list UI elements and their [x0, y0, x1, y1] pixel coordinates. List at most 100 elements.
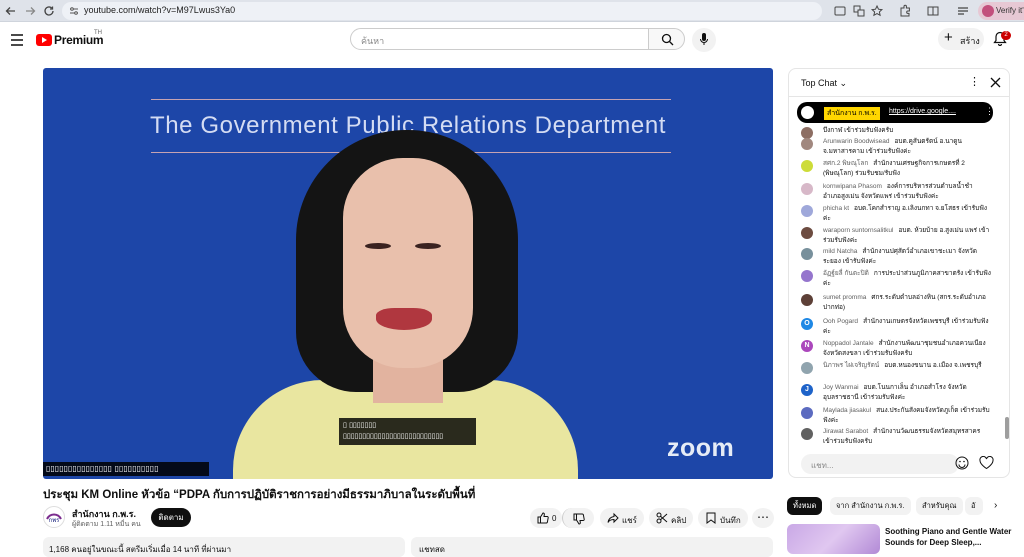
chat-avatar: [801, 362, 813, 374]
chat-avatar: O: [801, 318, 813, 330]
chat-avatar: [801, 227, 813, 239]
chat-message: Maylada jiasakul สนง.ประกันสังคมจังหวัดภู…: [801, 406, 991, 426]
microphone-icon: [700, 33, 708, 46]
chat-author: mild Natcha: [823, 248, 858, 255]
heart-icon[interactable]: [979, 456, 994, 470]
banner-top-line: [151, 99, 671, 100]
chat-message: นิภาพร ไผ่เจริญรัตน์ อบต.หนองขนาน อ.เมือง…: [801, 361, 991, 374]
chips-next-icon[interactable]: ›: [994, 501, 997, 511]
subscriber-count: ผู้ติดตาม 1.11 หมื่น คน: [72, 521, 141, 528]
recommended-title[interactable]: Soothing Piano and Gentle Water Sounds f…: [885, 526, 1015, 548]
chat-author: waraporn suntornsalitkul: [823, 227, 894, 234]
chat-message-body: kornwipana Phasom องค์การบริหารส่วนตำบลน้…: [823, 182, 991, 202]
speaker-mouth: [376, 308, 432, 330]
description-box[interactable]: 1,168 คนอยู่ในขณะนี้ สตรีมเริ่มเมื่อ 14 …: [43, 537, 405, 557]
browser-toolbar: youtube.com/watch?v=M97Lwus3Ya0 Verify i…: [0, 0, 1024, 22]
forward-icon[interactable]: [23, 4, 37, 18]
participant-name-label: ▯▯▯▯▯▯▯▯▯▯▯▯▯▯▯ ▯▯▯▯▯▯▯▯▯▯: [43, 462, 209, 476]
chat-author: Noppadol Jantale: [823, 340, 874, 347]
chip-all[interactable]: ทั้งหมด: [787, 497, 823, 515]
address-bar[interactable]: youtube.com/watch?v=M97Lwus3Ya0: [62, 2, 822, 20]
share-arrow-icon: [607, 512, 619, 524]
bookmark-star-icon[interactable]: [870, 4, 884, 18]
chat-avatar: [801, 205, 813, 217]
live-caption: ▯ ▯▯▯▯▯▯▯ ▯▯▯▯▯▯▯▯▯▯▯▯▯▯▯▯▯▯▯▯▯▯▯▯▯▯: [339, 418, 476, 445]
chat-message-body: Joy Wanmai อบต.โนนกาเล็น อำเภอสำโรง จังหว…: [823, 383, 991, 403]
more-actions-button[interactable]: ⋯: [752, 508, 774, 528]
chat-avatar: [801, 270, 813, 282]
chat-mode-dropdown[interactable]: Top Chat ⌄: [801, 78, 847, 89]
youtube-play-logo-icon: [36, 34, 52, 46]
dislike-button[interactable]: [562, 508, 594, 528]
chat-message-body: mild Natcha สำนักงานปศุสัตว์อำเภอเขาชะเมา…: [823, 247, 991, 267]
chat-avatar: [801, 248, 813, 260]
chip-for-you[interactable]: สำหรับคุณ: [916, 497, 963, 515]
chat-message: waraporn suntornsalitkul อบต. ห้วยบ้าย อ.…: [801, 226, 991, 246]
chat-message-body: สศก.2 พิษณุโลก สำนักงานเศรษฐกิจการเกษตรที…: [823, 159, 991, 179]
thumbs-down-icon: [573, 513, 585, 525]
speaker-face: [343, 158, 473, 368]
notification-count-badge: 2: [1001, 31, 1011, 40]
profile-avatar-icon: [982, 5, 994, 17]
chat-author: Ooh Pogard: [823, 318, 859, 325]
chat-message: sumet promma ศกร.ระดับตำบลอ่างหิน (สกร.ระ…: [801, 293, 991, 313]
share-button[interactable]: แชร์: [600, 508, 644, 528]
cast-icon[interactable]: [833, 4, 847, 18]
subscribe-button[interactable]: ติดตาม: [151, 508, 191, 527]
tab-menu-icon[interactable]: [956, 4, 970, 18]
chat-author: Jirawat Sarabot: [823, 428, 869, 435]
chevron-down-icon: ⌄: [839, 78, 848, 88]
bookmark-icon: [706, 512, 716, 524]
site-info-icon[interactable]: [69, 6, 79, 16]
chat-message-body: Maylada jiasakul สนง.ประกันสังคมจังหวัดภู…: [823, 406, 991, 426]
chat-message-body: Arunwarin Boodwisead อบต.คูสันตรัตน์ อ.นา…: [823, 137, 991, 157]
chat-author: sumet promma: [823, 294, 867, 301]
emoji-icon[interactable]: [955, 456, 969, 470]
like-button[interactable]: 0: [530, 508, 562, 528]
youtube-header: Premium TH ค้นหา + สร้าง 2: [0, 22, 1024, 60]
thumbs-up-icon: [537, 512, 549, 524]
save-button[interactable]: บันทึก: [698, 508, 748, 528]
pinned-message[interactable]: สำนักงาน ก.พ.ร. https://drive.google....…: [797, 102, 994, 123]
scissors-icon: [656, 512, 668, 524]
chat-message-body: นิภาพร ไผ่เจริญรัตน์ อบต.หนองขนาน อ.เมือง…: [823, 361, 991, 371]
reload-icon[interactable]: [42, 4, 56, 18]
channel-avatar[interactable]: กพร: [43, 506, 65, 528]
chat-avatar: N: [801, 340, 813, 352]
chat-text: อบต.หนองขนาน อ.เมือง จ.เพชรบุรี: [884, 362, 982, 369]
pinned-link[interactable]: https://drive.google....: [889, 108, 956, 115]
translate-icon[interactable]: [852, 4, 866, 18]
hamburger-menu-icon[interactable]: [10, 34, 24, 46]
chat-input[interactable]: แชท...: [801, 454, 959, 474]
chip-truncated[interactable]: อั: [965, 497, 983, 515]
close-icon[interactable]: [990, 77, 1001, 88]
create-button[interactable]: + สร้าง: [938, 28, 984, 50]
chat-more-icon[interactable]: ⋮: [969, 77, 980, 88]
chip-from-channel[interactable]: จาก สำนักงาน ก.พ.ร.: [830, 497, 911, 515]
recommended-thumbnail[interactable]: [787, 524, 880, 554]
search-button[interactable]: [648, 28, 685, 50]
chat-message: phicha kt อบต.โคกสำราญ อ.เลิงนกทา จ.ยโสธร…: [801, 204, 991, 224]
more-horizontal-icon: ⋯: [757, 510, 769, 524]
back-icon[interactable]: [4, 4, 18, 18]
voice-search-button[interactable]: [692, 28, 716, 52]
chat-message-body: Ooh Pogard สำนักงานเกษตรจังหวัดเพชรบุรี เ…: [823, 317, 991, 337]
chat-avatar: [801, 294, 813, 306]
pinned-more-icon[interactable]: ⋮: [985, 106, 994, 117]
chat-message-body: waraporn suntornsalitkul อบต. ห้วยบ้าย อ.…: [823, 226, 991, 246]
split-view-icon[interactable]: [926, 4, 940, 18]
zoom-watermark: zoom: [667, 434, 735, 462]
chat-avatar: [801, 183, 813, 195]
profile-verify-button[interactable]: Verify it's: [978, 2, 1024, 20]
chat-header: Top Chat ⌄ ⋮: [789, 69, 1009, 97]
video-player[interactable]: The Government Public Relations Departme…: [43, 68, 773, 479]
chat-author: Maylada jiasakul: [823, 407, 872, 414]
chat-message: สศก.2 พิษณุโลก สำนักงานเศรษฐกิจการเกษตรที…: [801, 159, 991, 179]
chat-author: Joy Wanmai: [823, 384, 859, 391]
extensions-icon[interactable]: [898, 4, 912, 18]
clip-button[interactable]: คลิป: [649, 508, 693, 528]
search-input[interactable]: ค้นหา: [350, 28, 650, 50]
video-title: ประชุม KM Online หัวข้อ “PDPA กับการปฏิบ…: [43, 489, 476, 501]
chat-scrollbar[interactable]: [1005, 417, 1009, 439]
comments-preview-box[interactable]: แชทสด: [411, 537, 773, 557]
